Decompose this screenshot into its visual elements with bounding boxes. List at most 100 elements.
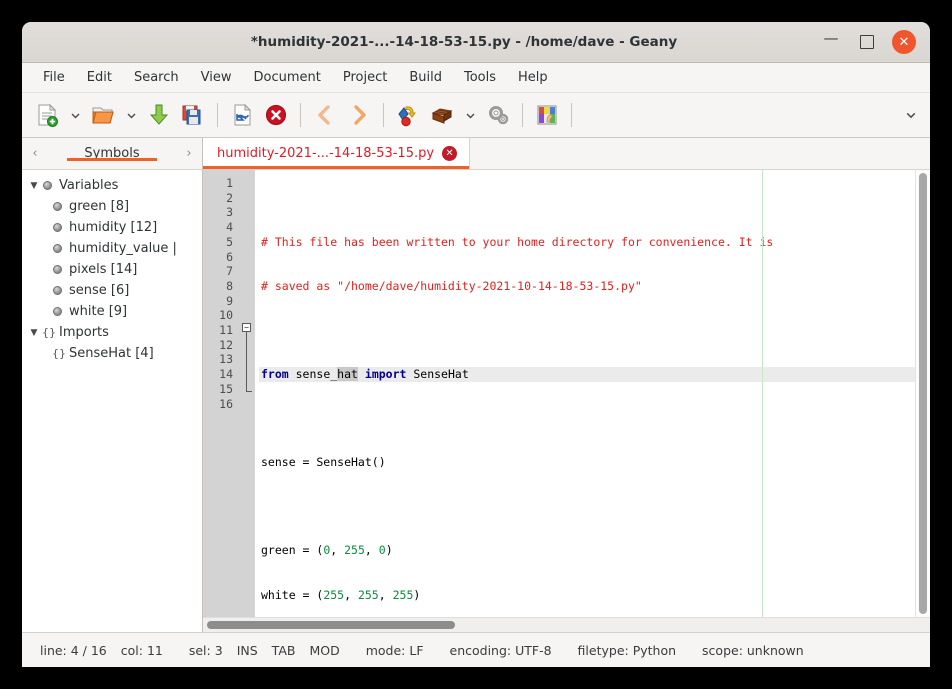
run-button[interactable] (481, 98, 515, 132)
document-tab-label: humidity-2021-...-14-18-53-15.py (217, 146, 435, 161)
chevron-down-icon[interactable]: ▼ (26, 181, 42, 191)
maximize-button[interactable] (856, 31, 878, 53)
menu-item-tools[interactable]: Tools (453, 67, 507, 88)
close-button[interactable]: ✕ (892, 30, 916, 54)
status-line: line: 4 / 16 (40, 642, 107, 658)
open-folder-icon (92, 107, 114, 124)
chevron-down-icon[interactable]: ▼ (26, 328, 42, 338)
navigate-forward-button[interactable] (342, 98, 376, 132)
minimize-button[interactable]: — (820, 31, 842, 53)
menu-item-file[interactable]: File (32, 67, 76, 88)
code-folding-margin[interactable]: − (239, 170, 255, 617)
build-menu-button[interactable] (459, 98, 481, 132)
close-document-button[interactable] (259, 98, 293, 132)
scrollbar-thumb[interactable] (207, 621, 455, 629)
code-text[interactable]: # This file has been written to your hom… (255, 170, 915, 617)
status-indent-mode: TAB (271, 642, 296, 658)
open-file-button[interactable] (86, 98, 120, 132)
line-number: 12 (219, 337, 233, 352)
build-button[interactable] (425, 98, 459, 132)
window-controls: — ✕ (820, 30, 930, 54)
line-number: 14 (219, 367, 233, 382)
editor-vertical-scrollbar[interactable] (915, 170, 930, 617)
new-document-button[interactable] (30, 98, 64, 132)
save-all-icon (182, 105, 201, 125)
close-icon[interactable]: ✕ (442, 146, 458, 161)
gears-icon (489, 106, 509, 125)
status-scope: scope: unknown (702, 642, 804, 658)
save-all-button[interactable] (176, 98, 210, 132)
variable-icon (52, 242, 65, 255)
editor-viewport[interactable]: 1 2 3 4 5 6 7 8 9 10 11 12 13 14 15 16 −… (203, 170, 915, 617)
open-file-menu-button[interactable] (120, 98, 142, 132)
sidebar-next-tab-button[interactable]: › (176, 146, 202, 161)
sidebar-tab-symbols[interactable]: Symbols (48, 146, 176, 161)
variable-icon (42, 179, 55, 192)
symbol-label: white [9] (69, 304, 128, 319)
code-line: white = (255, 255, 255) (261, 587, 421, 602)
symbol-item-white[interactable]: white [9] (22, 301, 202, 322)
symbol-tree: ▼ Variables green [8] humidity [12] humi… (22, 170, 202, 632)
line-number: 13 (219, 352, 233, 367)
document-tab-humidity[interactable]: humidity-2021-...-14-18-53-15.py ✕ (203, 138, 471, 169)
fold-range-line (246, 332, 247, 391)
status-bar: line: 4 / 16 col: 11 sel: 3 INS TAB MOD … (22, 632, 930, 667)
symbol-item-humidity-value[interactable]: humidity_value | (22, 238, 202, 259)
menu-item-search[interactable]: Search (123, 67, 190, 88)
symbol-label: humidity_value | (69, 241, 177, 256)
new-document-icon (38, 103, 58, 127)
line-number-gutter: 1 2 3 4 5 6 7 8 9 10 11 12 13 14 15 16 (203, 170, 239, 617)
fold-toggle-icon[interactable]: − (242, 323, 251, 332)
menu-item-edit[interactable]: Edit (76, 67, 123, 88)
revert-button[interactable] (225, 98, 259, 132)
maximize-icon (860, 35, 874, 49)
symbol-item-pixels[interactable]: pixels [14] (22, 259, 202, 280)
menu-item-document[interactable]: Document (242, 67, 331, 88)
menu-item-build[interactable]: Build (398, 67, 453, 88)
main-area: ‹ Symbols › ▼ Variables green [8] humidi… (22, 138, 930, 632)
line-number: 1 (226, 176, 233, 190)
symbol-group-imports[interactable]: ▼ {} Imports (22, 322, 202, 343)
chevron-down-icon (127, 113, 135, 118)
save-button[interactable] (142, 98, 176, 132)
revert-document-icon (234, 103, 252, 126)
chevron-down-icon (466, 113, 474, 118)
sidebar-prev-tab-button[interactable]: ‹ (22, 146, 48, 161)
variable-icon (52, 200, 65, 213)
line-number: 10 (219, 308, 233, 323)
new-document-menu-button[interactable] (64, 98, 86, 132)
menu-item-project[interactable]: Project (332, 67, 398, 88)
symbol-label: Variables (59, 178, 119, 193)
code-line: # saved as "/home/dave/humidity-2021-10-… (261, 278, 642, 293)
minimize-icon: — (823, 29, 839, 47)
variable-icon (52, 221, 65, 234)
menu-item-help[interactable]: Help (507, 67, 559, 88)
color-chooser-button[interactable] (530, 98, 564, 132)
toolbar-overflow-button[interactable] (900, 98, 922, 132)
line-number: 15 (219, 381, 233, 396)
navigate-back-button[interactable] (308, 98, 342, 132)
symbol-label: Imports (59, 325, 109, 340)
compile-button[interactable] (391, 98, 425, 132)
symbol-item-humidity[interactable]: humidity [12] (22, 217, 202, 238)
sidebar-tabbar: ‹ Symbols › (22, 138, 202, 170)
symbol-item-green[interactable]: green [8] (22, 196, 202, 217)
scrollbar-thumb[interactable] (919, 173, 927, 614)
status-selection: sel: 3 (188, 642, 223, 658)
save-arrow-icon (149, 104, 169, 125)
document-tab-active-indicator (203, 166, 470, 169)
variable-icon (52, 263, 65, 276)
toolbar-separator (300, 103, 301, 127)
geany-window: *humidity-2021-...-14-18-53-15.py - /hom… (22, 22, 930, 667)
symbol-group-variables[interactable]: ▼ Variables (22, 175, 202, 196)
line-number: 16 (219, 396, 233, 411)
symbol-item-sense[interactable]: sense [6] (22, 280, 202, 301)
symbol-item-sensehat[interactable]: {} SenseHat [4] (22, 343, 202, 364)
menu-item-view[interactable]: View (190, 67, 243, 88)
close-circle-icon (266, 105, 286, 125)
editor-horizontal-scrollbar[interactable] (203, 617, 930, 632)
toolbar-separator (571, 103, 572, 127)
code-line: sense = SenseHat() (261, 455, 386, 470)
